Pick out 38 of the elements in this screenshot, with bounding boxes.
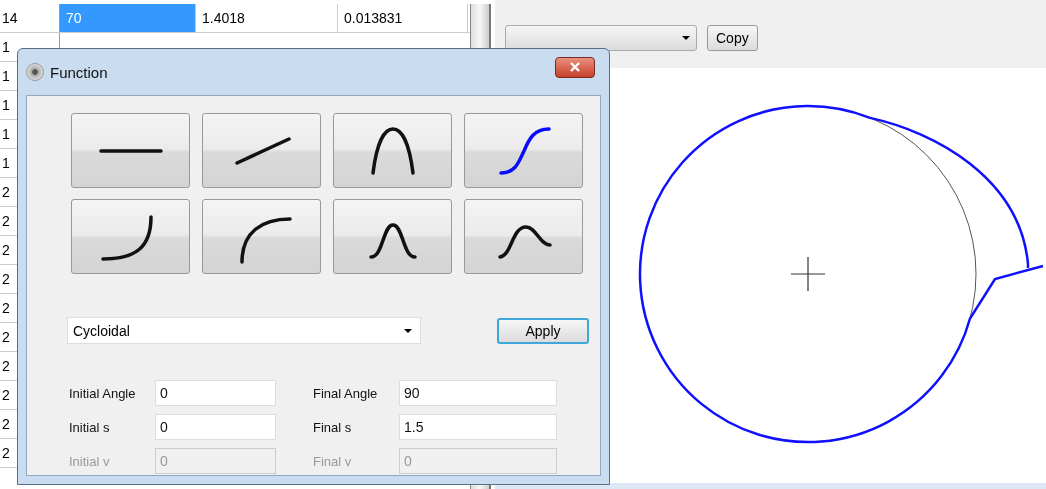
- field-label: Initial v: [69, 453, 111, 469]
- input-field[interactable]: 0: [155, 380, 276, 406]
- table-cell: 1.4018: [196, 4, 338, 32]
- curve-icon: [98, 148, 163, 153]
- function-button[interactable]: [71, 113, 190, 188]
- curve-icon: [239, 216, 292, 264]
- window-icon: [26, 63, 44, 81]
- dropdown[interactable]: [505, 25, 697, 51]
- curve-icon: [370, 126, 415, 175]
- close-icon: [569, 62, 581, 72]
- function-button[interactable]: [464, 199, 583, 274]
- profile-dropdown[interactable]: Cycloidal: [67, 317, 421, 344]
- function-button[interactable]: [464, 113, 583, 188]
- caret-icon: [682, 36, 690, 40]
- table-cell: 0.013831: [338, 4, 468, 32]
- input-field[interactable]: 90: [399, 380, 557, 406]
- field-label: Initial s: [69, 419, 111, 435]
- copy-button[interactable]: Copy: [707, 25, 758, 51]
- field-label: Final Angle: [313, 385, 379, 401]
- field-label: Initial Angle: [69, 385, 137, 401]
- field-label: Final s: [313, 419, 353, 435]
- function-button[interactable]: [333, 199, 452, 274]
- input-field[interactable]: 1.5: [399, 414, 557, 440]
- close-button[interactable]: [555, 56, 595, 78]
- curve-icon: [497, 224, 552, 259]
- function-button[interactable]: [202, 199, 321, 274]
- caret-icon: [404, 328, 412, 333]
- curve-icon: [368, 222, 417, 259]
- curve-icon: [100, 214, 153, 261]
- function-button[interactable]: [202, 113, 321, 188]
- table-cell: 70: [60, 4, 196, 32]
- curve-icon: [498, 126, 551, 175]
- field-label: Final v: [313, 453, 353, 469]
- function-button[interactable]: [71, 199, 190, 274]
- function-button[interactable]: [333, 113, 452, 188]
- apply-button[interactable]: Apply: [497, 317, 589, 344]
- input-field[interactable]: 0: [155, 414, 276, 440]
- curve-icon: [234, 136, 291, 165]
